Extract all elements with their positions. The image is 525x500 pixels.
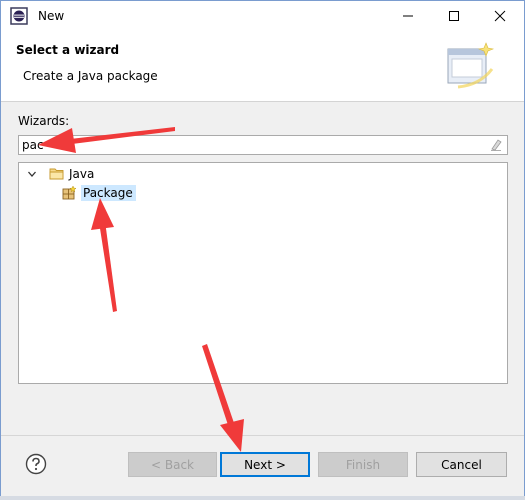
wizard-tree: Java Package	[18, 162, 508, 384]
package-icon	[62, 185, 77, 200]
window-title: New	[38, 9, 65, 23]
expand-toggle[interactable]	[25, 167, 39, 181]
clear-filter-icon[interactable]	[489, 138, 503, 152]
folder-icon	[49, 168, 64, 180]
minimize-icon	[403, 15, 413, 17]
tree-item-label: Java	[69, 167, 95, 181]
title-bar: New	[1, 1, 524, 31]
wizard-banner-icon	[447, 42, 495, 89]
finish-button[interactable]: Finish	[318, 452, 408, 477]
tree-item-label: Package	[81, 185, 136, 201]
wizards-label: Wizards:	[18, 114, 70, 128]
wizard-filter-box	[18, 135, 508, 155]
header-subtitle: Create a Java package	[23, 69, 158, 83]
maximize-icon	[449, 11, 459, 21]
header-title: Select a wizard	[16, 43, 120, 57]
chevron-down-icon	[28, 171, 36, 177]
close-icon	[494, 10, 506, 22]
back-button[interactable]: < Back	[128, 452, 217, 477]
tree-item-package[interactable]: Package	[61, 184, 136, 202]
wizard-header: Select a wizard Create a Java package	[1, 31, 524, 102]
help-icon[interactable]	[25, 453, 47, 475]
minimize-button[interactable]	[385, 1, 431, 31]
background-taskbar-strip	[0, 496, 525, 500]
new-wizard-dialog: New Select a wizard Create a Java packag…	[0, 0, 525, 500]
footer-divider	[1, 435, 524, 436]
next-button[interactable]: Next >	[220, 452, 310, 477]
tree-item-java[interactable]: Java	[25, 165, 94, 183]
cancel-button[interactable]: Cancel	[416, 452, 507, 477]
maximize-button[interactable]	[431, 1, 477, 31]
close-button[interactable]	[477, 1, 523, 31]
eclipse-app-icon	[10, 7, 28, 25]
wizard-filter-input[interactable]	[22, 137, 482, 153]
